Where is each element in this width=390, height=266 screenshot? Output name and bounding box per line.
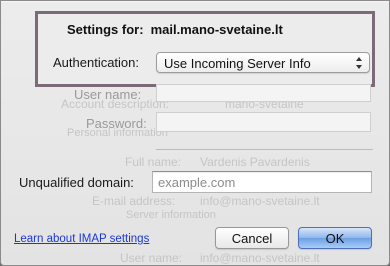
authentication-popup[interactable]: Use Incoming Server Info [156,52,370,73]
bg-full-name-label: Full name: [125,155,182,169]
authentication-label: Authentication: [53,55,140,70]
bg-email-value: info@mano-svetaine.lt [200,194,320,208]
cancel-button[interactable]: Cancel [215,227,289,249]
user-name-field [156,84,371,102]
smtp-settings-sheet: Mano-svetaine Account description: mano-… [0,0,390,266]
server-host: mail.mano-svetaine.lt [150,22,283,37]
authentication-value: Use Incoming Server Info [164,56,311,71]
learn-imap-link[interactable]: Learn about IMAP settings [14,233,149,245]
password-label: Password: [86,116,147,131]
unqualified-domain-label: Unqualified domain: [19,175,134,190]
bg-email-label: E-mail address: [92,194,176,208]
settings-for-label: Settings for: [67,22,144,37]
ok-button[interactable]: OK [298,227,372,249]
settings-title: Settings for: mail.mano-svetaine.lt [67,22,283,37]
unqualified-domain-input[interactable] [153,172,371,192]
bg-user-name-value: info@mano-svetaine.lt [200,251,320,265]
unqualified-domain-field[interactable] [152,171,372,193]
bg-user-name-label: User name: [120,251,183,265]
section-divider [156,149,373,150]
bg-full-name-value: Vardenis Pavardenis [200,155,310,169]
popup-arrows-icon [356,57,362,69]
user-name-label: User name: [74,87,142,102]
bg-server-information: Server information [126,209,216,221]
password-field [156,112,371,132]
